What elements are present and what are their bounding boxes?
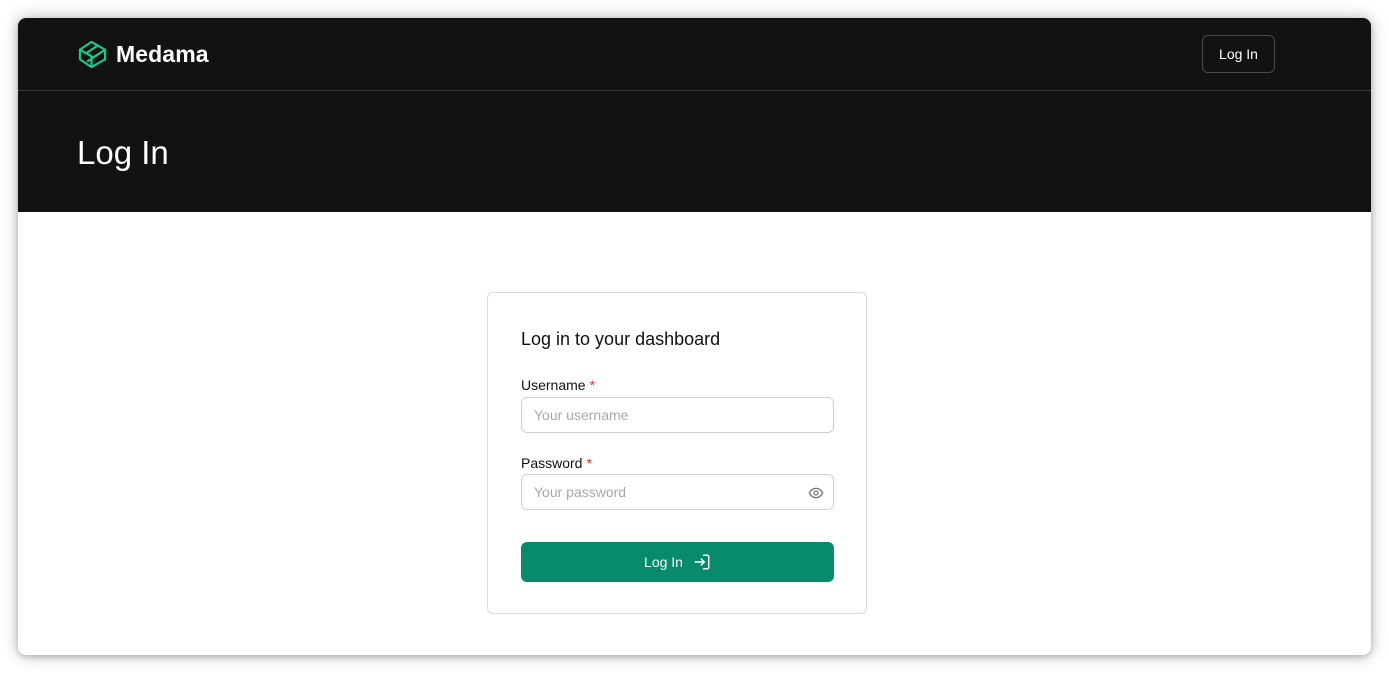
login-arrow-icon: [694, 554, 710, 570]
password-field: [521, 474, 834, 510]
medama-logo-icon: [78, 40, 107, 68]
brand-home-link[interactable]: Medama: [77, 38, 209, 70]
required-asterisk: *: [586, 455, 592, 471]
page-header: Log In: [18, 91, 1371, 212]
brand-name: Medama: [116, 40, 209, 67]
page-title: Log In: [77, 134, 169, 171]
login-submit-label: Log In: [644, 554, 683, 570]
required-asterisk: *: [589, 377, 596, 393]
username-label: Username *: [521, 376, 595, 394]
app-window: Medama Log In Log In Log in to your dash…: [18, 18, 1371, 655]
password-label-text: Password: [521, 455, 583, 471]
username-field: [521, 397, 834, 433]
top-navigation-bar: Medama Log In: [18, 18, 1371, 91]
form-title: Log in to your dashboard: [521, 329, 721, 349]
username-input[interactable]: [522, 398, 833, 432]
eye-icon: [808, 487, 824, 499]
username-label-text: Username: [521, 377, 586, 393]
password-input[interactable]: [522, 475, 833, 509]
login-submit-button[interactable]: Log In: [521, 542, 834, 582]
password-label: Password *: [521, 454, 592, 472]
nav-login-button[interactable]: Log In: [1202, 35, 1275, 73]
show-password-toggle[interactable]: [807, 484, 825, 502]
login-form-card: Log in to your dashboard Username* Passw…: [487, 292, 867, 614]
